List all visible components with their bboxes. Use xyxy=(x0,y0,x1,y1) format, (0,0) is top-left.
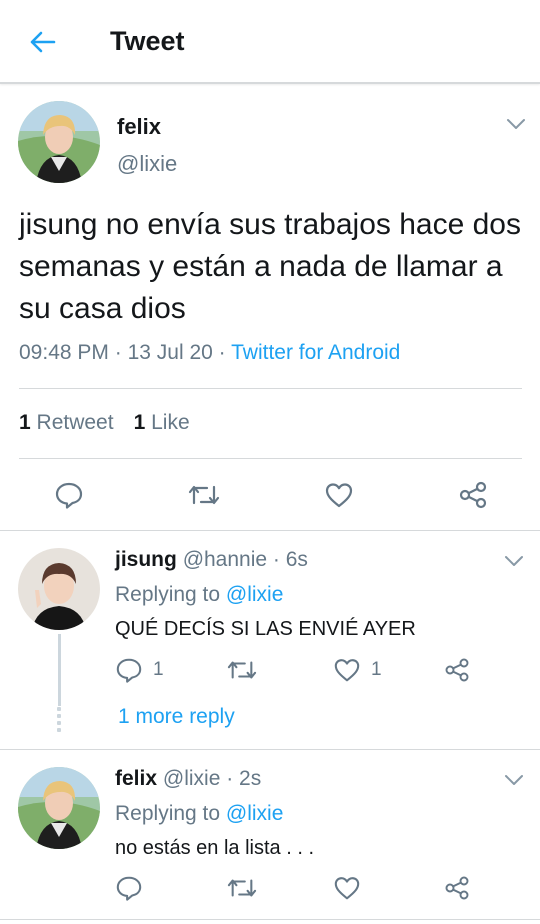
thread-dots xyxy=(57,707,62,732)
tweet-time: 09:48 PM xyxy=(19,341,109,364)
reply-icon xyxy=(55,482,83,509)
author-handle[interactable]: @hannie xyxy=(183,548,267,571)
author-name[interactable]: felix xyxy=(117,114,161,140)
like-button[interactable] xyxy=(333,874,361,902)
reply-text: QUÉ DECÍS SI LAS ENVIÉ AYER xyxy=(115,618,416,640)
author-handle[interactable]: @lixie xyxy=(117,151,177,177)
reply-time: 2s xyxy=(239,767,262,790)
reply-header: felix @lixie · 2s xyxy=(115,767,262,790)
retweet-button[interactable] xyxy=(226,656,258,684)
tweet-text: jisung no envía sus trabajos hace dos se… xyxy=(19,208,521,325)
divider xyxy=(19,458,522,459)
replying-to: Replying to @lixie xyxy=(115,583,284,606)
arrow-left-icon xyxy=(30,31,56,53)
share-button[interactable] xyxy=(443,874,471,902)
app-header: Tweet xyxy=(0,0,540,84)
replying-to: Replying to @lixie xyxy=(115,802,284,825)
share-button[interactable] xyxy=(457,480,489,510)
divider xyxy=(0,919,540,920)
chevron-down-icon[interactable] xyxy=(503,773,525,787)
retweet-button[interactable] xyxy=(226,874,258,902)
likes-stat[interactable]: 1 Like xyxy=(134,411,190,434)
avatar[interactable] xyxy=(18,101,100,183)
heart-icon xyxy=(334,877,360,900)
retweet-icon xyxy=(188,485,220,505)
like-button[interactable] xyxy=(324,480,354,510)
meta-separator: · xyxy=(114,341,122,364)
tweet-meta: 09:48 PM · 13 Jul 20 · Twitter for Andro… xyxy=(19,341,400,365)
share-icon xyxy=(445,876,469,900)
reply-header: jisung @hannie · 6s xyxy=(115,548,308,571)
reply-time: 6s xyxy=(285,548,308,571)
share-icon xyxy=(459,481,487,509)
reply-button[interactable] xyxy=(54,480,84,510)
heart-icon xyxy=(325,483,353,508)
share-button[interactable] xyxy=(443,656,471,684)
retweets-stat[interactable]: 1 Retweet xyxy=(19,411,114,434)
meta-separator: · xyxy=(218,341,226,364)
like-count: 1 xyxy=(371,659,382,680)
reply-button[interactable]: 1 xyxy=(115,656,164,684)
divider xyxy=(19,388,522,389)
share-icon xyxy=(445,658,469,682)
back-button[interactable] xyxy=(24,24,60,60)
page-title: Tweet xyxy=(110,26,185,56)
divider xyxy=(0,749,540,750)
reply-text: no estás en la lista . . . xyxy=(115,837,314,859)
reply-icon xyxy=(116,658,142,683)
chevron-down-icon[interactable] xyxy=(505,117,527,131)
chevron-down-icon[interactable] xyxy=(503,554,525,568)
tweet-date: 13 Jul 20 xyxy=(127,341,213,364)
retweet-icon xyxy=(227,879,257,897)
retweet-icon xyxy=(227,661,257,679)
divider xyxy=(0,530,540,531)
reply-icon xyxy=(116,876,142,901)
author-name[interactable]: jisung xyxy=(115,548,177,571)
retweet-button[interactable] xyxy=(187,480,221,510)
tweet-stats: 1 Retweet 1 Like xyxy=(19,411,190,435)
like-button[interactable]: 1 xyxy=(333,656,382,684)
tweet-source-link[interactable]: Twitter for Android xyxy=(231,341,400,364)
avatar[interactable] xyxy=(18,548,100,630)
author-handle[interactable]: @lixie xyxy=(163,767,221,790)
mention-link[interactable]: @lixie xyxy=(226,583,284,606)
show-more-replies-link[interactable]: 1 more reply xyxy=(118,705,235,729)
avatar[interactable] xyxy=(18,767,100,849)
mention-link[interactable]: @lixie xyxy=(226,802,284,825)
author-name[interactable]: felix xyxy=(115,767,157,790)
heart-icon xyxy=(334,659,360,682)
reply-button[interactable] xyxy=(115,874,143,902)
thread-line xyxy=(58,634,61,706)
reply-count: 1 xyxy=(153,659,164,680)
